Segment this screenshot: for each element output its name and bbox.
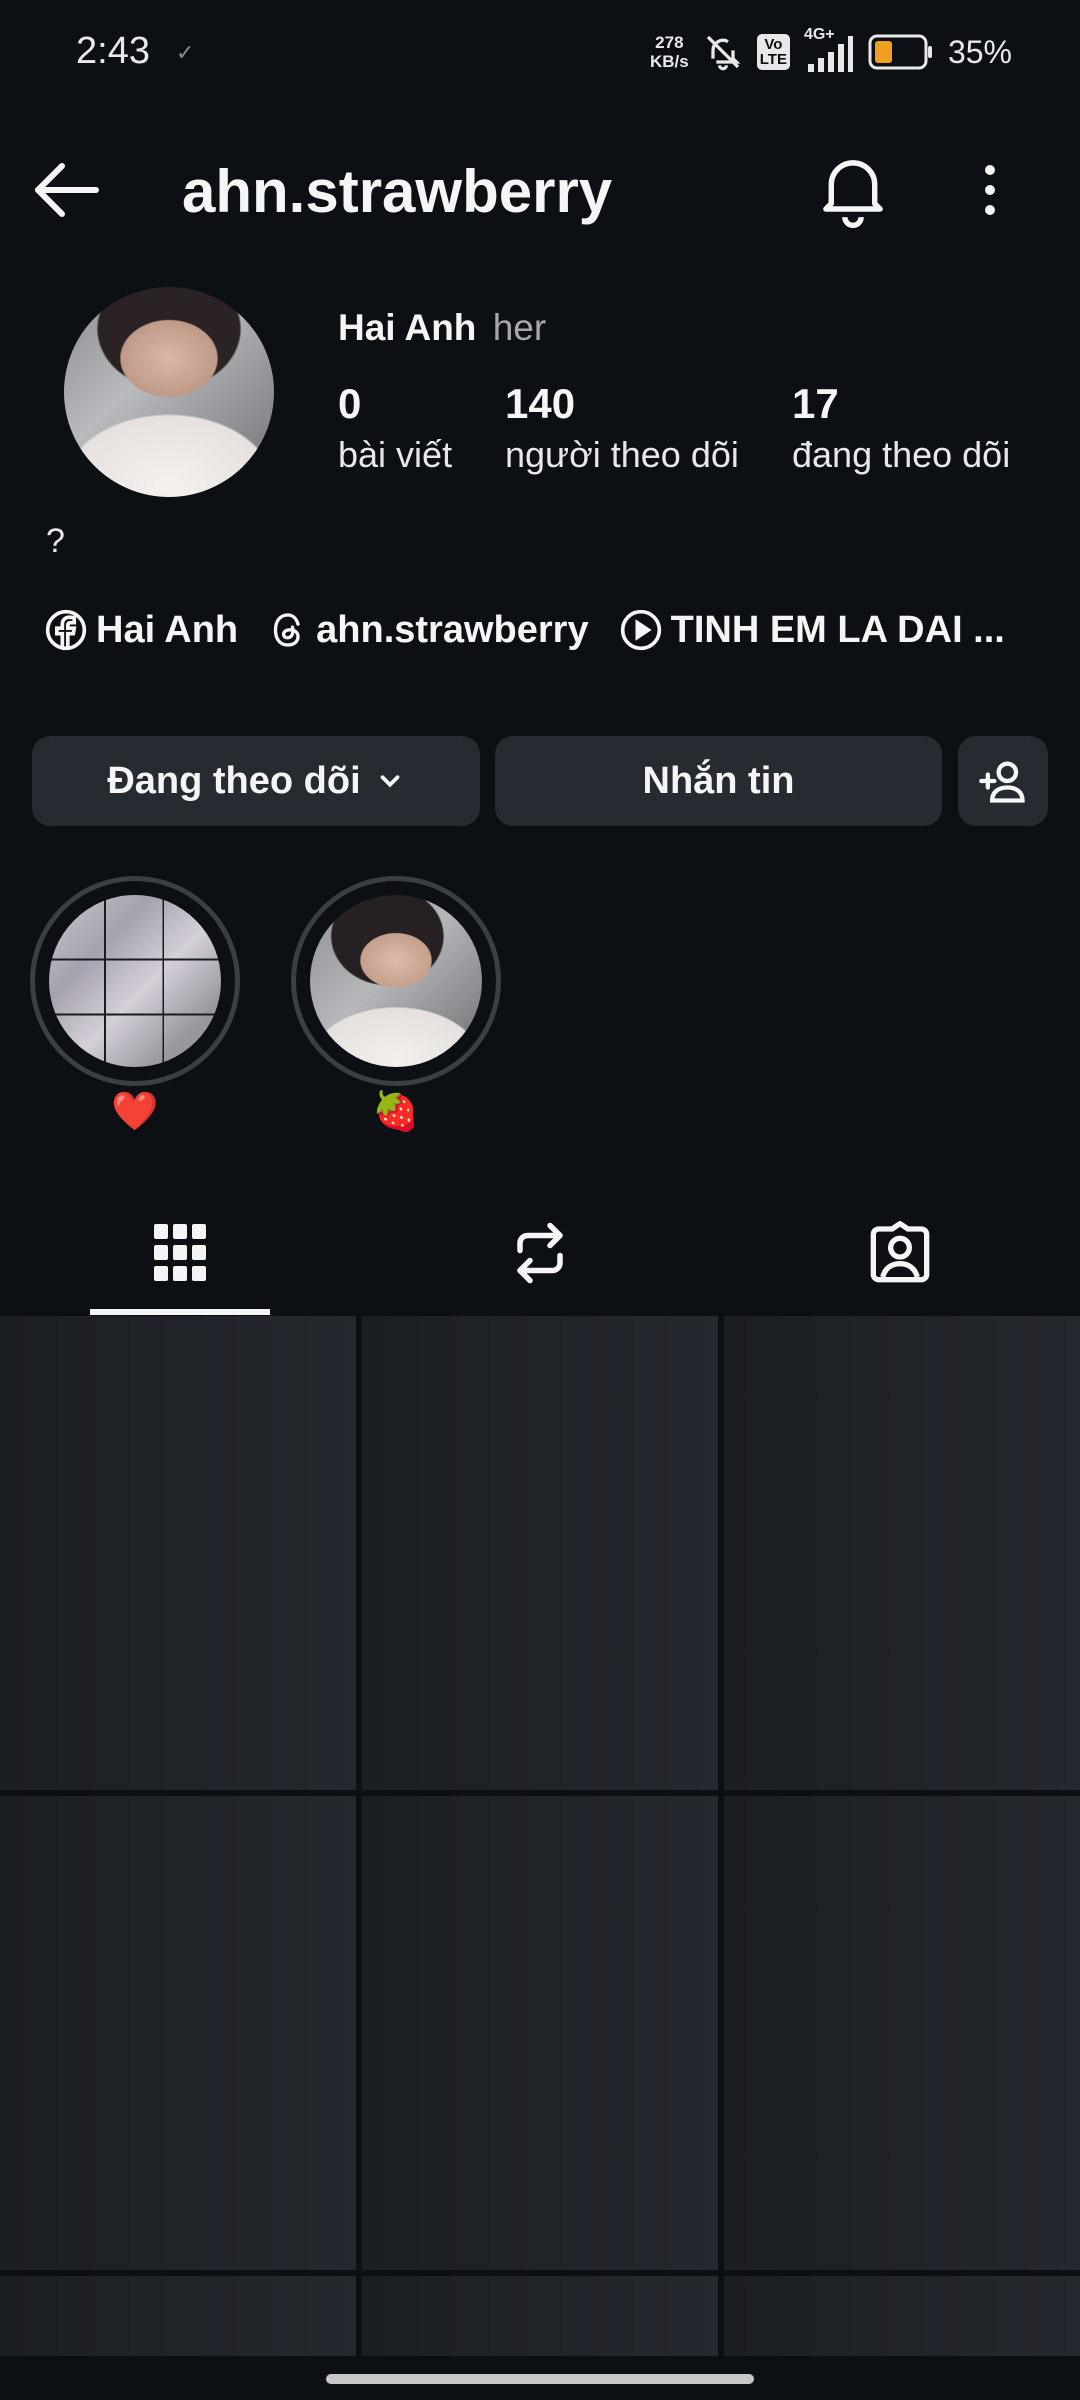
profile-links: Hai Anh ahn.strawberry TINH EM LA DAI ..…: [44, 608, 1035, 652]
network-speed: 278 KB/s: [650, 33, 689, 71]
battery-percent: 35%: [947, 33, 1012, 70]
chevron-down-icon: [380, 775, 400, 788]
grid-cell: [0, 1796, 356, 2270]
link-label: TINH EM LA DAI ...: [670, 608, 1005, 651]
suggest-users-button[interactable]: [958, 736, 1048, 826]
stat-followers[interactable]: 140 người theo dõi: [505, 380, 739, 476]
active-tab-indicator: [90, 1309, 270, 1315]
grid-cell: [362, 1316, 718, 1790]
home-indicator[interactable]: [326, 2374, 754, 2384]
profile-username: ahn.strawberry: [182, 158, 613, 225]
stat-posts[interactable]: 0 bài viết: [338, 380, 452, 476]
link-label: Hai Anh: [96, 608, 239, 651]
story-highlight[interactable]: [291, 876, 501, 1086]
highlight-cover: [310, 895, 482, 1067]
tab-posts-grid[interactable]: [0, 1190, 360, 1316]
stat-value: 0: [338, 380, 362, 427]
link-facebook[interactable]: Hai Anh: [44, 608, 238, 652]
stat-value: 140: [505, 380, 576, 427]
tab-reposts[interactable]: [360, 1190, 720, 1316]
grid-cell: [724, 2276, 1080, 2356]
check-icon: ✓: [176, 40, 195, 65]
posts-grid: [0, 1316, 1080, 2356]
stat-value: 17: [792, 380, 839, 427]
stat-following[interactable]: 17 đang theo dõi: [792, 380, 1010, 476]
stat-label: người theo dõi: [505, 434, 739, 475]
highlight-cover: [49, 895, 221, 1067]
stat-label: đang theo dõi: [792, 434, 1011, 475]
grid-cell: [362, 1796, 718, 2270]
profile-tabs: [0, 1190, 1080, 1316]
volte-badge: Vo LTE: [756, 34, 790, 70]
message-button[interactable]: Nhắn tin: [495, 736, 942, 826]
grid-cell: [724, 1316, 1080, 1790]
facebook-icon: [45, 609, 87, 651]
pronouns: her: [492, 307, 547, 348]
status-icons: 278 KB/s Vo LTE 4G+ 35%: [650, 26, 1012, 78]
grid-cell: [0, 1316, 356, 1790]
following-label: Đang theo dõi: [107, 759, 361, 802]
following-button[interactable]: Đang theo dõi: [32, 736, 480, 826]
back-arrow-icon: [35, 163, 99, 217]
story-highlight[interactable]: [30, 876, 240, 1086]
profile-header: ahn.strawberry: [0, 130, 1080, 250]
display-name-row: Hai Anh her: [338, 307, 546, 349]
grid-cell: [362, 2276, 718, 2356]
grid-cell: [0, 2276, 356, 2356]
add-user-icon: [979, 761, 1025, 803]
repost-icon: [517, 1222, 563, 1284]
tab-tagged[interactable]: [720, 1190, 1080, 1316]
highlight-label: 🍓: [372, 1091, 420, 1133]
link-threads[interactable]: ahn.strawberry: [268, 608, 589, 652]
link-label: ahn.strawberry: [316, 608, 589, 651]
highlight-label: ❤️: [111, 1091, 159, 1133]
mute-icon: [706, 35, 741, 71]
more-options-button[interactable]: [968, 160, 1012, 220]
grid-cell: [724, 1796, 1080, 2270]
status-time: 2:43: [76, 30, 150, 72]
profile-bio: ?: [46, 522, 65, 560]
threads-icon: [273, 613, 300, 647]
bell-icon: [823, 160, 883, 228]
display-name: Hai Anh: [338, 307, 477, 348]
status-bar: 2:43 ✓ 278 KB/s Vo LTE 4G+ 35%: [0, 0, 1080, 105]
message-label: Nhắn tin: [642, 759, 795, 802]
signal-icon: 4G+: [804, 26, 854, 74]
stat-label: bài viết: [338, 434, 453, 475]
notifications-button[interactable]: [820, 152, 886, 228]
tagged-icon: [870, 1221, 930, 1283]
profile-avatar[interactable]: [64, 287, 274, 497]
back-button[interactable]: [32, 160, 102, 220]
play-icon: [620, 609, 661, 651]
battery-icon: [868, 34, 932, 70]
grid-icon: [154, 1224, 206, 1281]
more-vertical-icon: [985, 165, 995, 215]
link-music[interactable]: TINH EM LA DAI ...: [619, 608, 1005, 652]
